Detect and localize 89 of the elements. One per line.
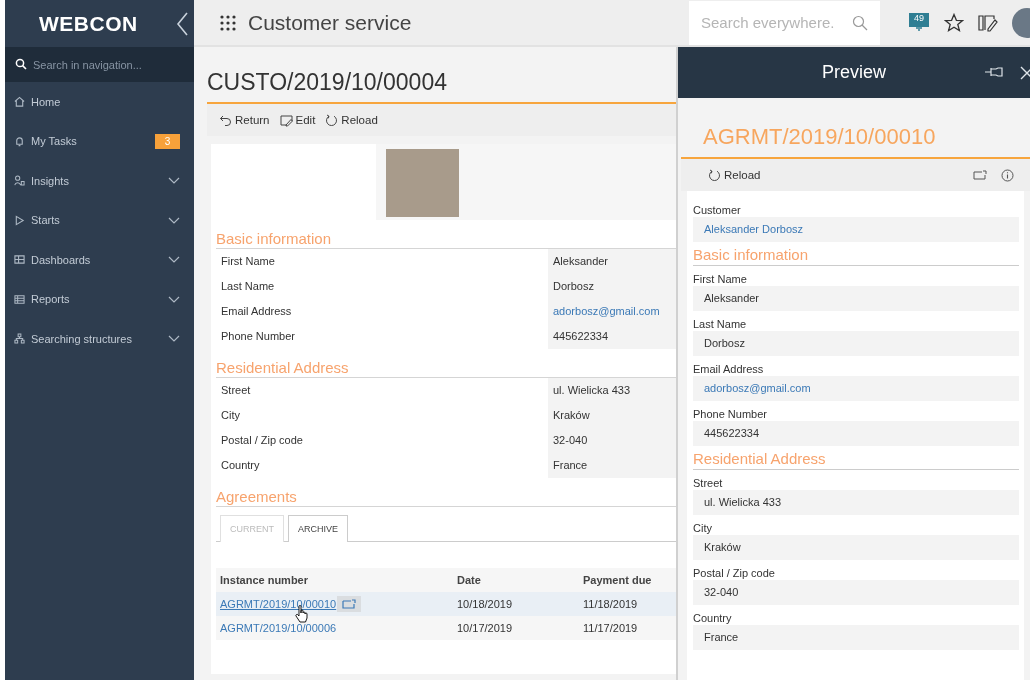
instance-link[interactable]: AGRMT/2019/10/00006: [220, 622, 337, 634]
section-heading: Basic information: [693, 242, 1019, 266]
chevron-down-icon: [168, 256, 180, 264]
info-icon[interactable]: [1001, 168, 1014, 182]
dashboard-icon: [14, 254, 25, 266]
hierarchy-icon: [14, 333, 25, 345]
chevron-down-icon: [168, 335, 180, 343]
collapse-chevron-icon[interactable]: [176, 11, 188, 36]
field-value: ul. Wielicka 433: [693, 490, 1019, 515]
field-value: Aleksander Dorbosz: [693, 217, 1019, 242]
open-window-icon[interactable]: [973, 170, 987, 180]
people-icon: [14, 175, 25, 187]
field-label: First Name: [693, 272, 748, 286]
table-cell-text: 10/18/2019: [457, 598, 514, 610]
field-value: Kraków: [548, 403, 676, 428]
navigation-search-field[interactable]: Search in navigation...: [5, 47, 194, 82]
pin-icon[interactable]: [984, 66, 1004, 78]
toolbar-button[interactable]: Reload: [325, 113, 378, 127]
field-label: Street: [220, 383, 252, 398]
edit-panel-icon[interactable]: [978, 13, 998, 32]
nav-item[interactable]: Reports: [5, 279, 194, 319]
field-label: Country: [220, 458, 261, 473]
field-value: France: [693, 625, 1019, 650]
field-label: Customer: [693, 203, 742, 217]
nav-item[interactable]: Starts: [5, 200, 194, 240]
nav-item[interactable]: Home: [5, 82, 194, 122]
logo: WEBCON: [39, 11, 138, 36]
toolbar-button[interactable]: Return: [219, 113, 270, 127]
table-icon: [14, 293, 25, 305]
field-label: Email Address: [693, 362, 765, 376]
field-label: Last Name: [693, 317, 748, 331]
field-value: France: [548, 453, 676, 478]
reload-icon: [325, 113, 339, 127]
chevron-down-icon: [168, 295, 180, 303]
field-value: ul. Wielicka 433: [548, 378, 676, 403]
global-search-field[interactable]: Search everywhere.: [689, 0, 880, 45]
table-cell-text: 11/17/2019: [583, 622, 639, 634]
table-row[interactable]: AGRMT/2019/10/00006 10/17/2019 11/17/2019: [216, 616, 676, 640]
reload-icon: [708, 168, 721, 182]
nav-item[interactable]: Dashboards: [5, 240, 194, 280]
field-label: First Name: [220, 254, 276, 269]
field-value: adorbosz@gmail.com: [693, 376, 1019, 401]
field-value: 445622334: [548, 324, 676, 349]
email-link[interactable]: adorbosz@gmail.com: [548, 299, 676, 324]
field-value: Dorbosz: [548, 274, 676, 299]
field-label: Street: [693, 476, 724, 490]
tab[interactable]: ARCHIVE: [288, 515, 348, 542]
field-label: Phone Number: [220, 329, 296, 344]
instance-link[interactable]: AGRMT/2019/10/00010: [220, 598, 337, 610]
field-label: City: [693, 521, 713, 535]
chevron-down-icon: [168, 177, 180, 185]
field-label: Phone Number: [693, 407, 768, 421]
home-icon: [14, 96, 25, 108]
field-label: Postal / Zip code: [693, 566, 776, 580]
field-value: Kraków: [693, 535, 1019, 560]
section-heading: Residential Address: [693, 446, 1019, 470]
column-header[interactable]: Instance number: [220, 574, 457, 586]
nav-item[interactable]: Searching structures: [5, 319, 194, 359]
field-value: 445622334: [693, 421, 1019, 446]
app-grid-icon[interactable]: [220, 14, 236, 31]
field-value: Dorbosz: [693, 331, 1019, 356]
nav-item[interactable]: My Tasks 3: [5, 121, 194, 161]
chevron-down-icon: [168, 216, 180, 224]
field-label: Country: [693, 611, 733, 625]
toolbar-button[interactable]: Edit: [279, 113, 316, 127]
undo-arrow-icon: [219, 113, 232, 127]
table-cell-text: 11/18/2019: [583, 598, 639, 610]
field-label: Postal / Zip code: [220, 433, 304, 448]
column-header[interactable]: Date: [457, 574, 583, 586]
table-cell-text: 10/17/2019: [457, 622, 514, 634]
field-value: 32-040: [548, 428, 676, 453]
edit-icon: [279, 113, 293, 127]
app-title: Customer service: [248, 10, 412, 35]
play-icon: [14, 214, 25, 226]
field-label: Last Name: [220, 279, 276, 294]
task-count-badge: 3: [155, 133, 180, 149]
search-icon: [852, 14, 868, 31]
toolbar-button[interactable]: Reload: [708, 168, 761, 182]
section-heading: Agreements: [216, 478, 676, 507]
field-label: City: [220, 408, 241, 423]
field-value: 32-040: [693, 580, 1019, 605]
field-label: Email Address: [220, 304, 293, 319]
field-value: Aleksander: [548, 249, 676, 274]
star-icon[interactable]: [944, 12, 964, 33]
nav-item[interactable]: Insights: [5, 161, 194, 201]
close-icon[interactable]: [1020, 66, 1030, 80]
field-value: Aleksander: [693, 286, 1019, 311]
panel-title: Preview: [822, 62, 886, 83]
column-header[interactable]: Payment due: [583, 574, 676, 586]
